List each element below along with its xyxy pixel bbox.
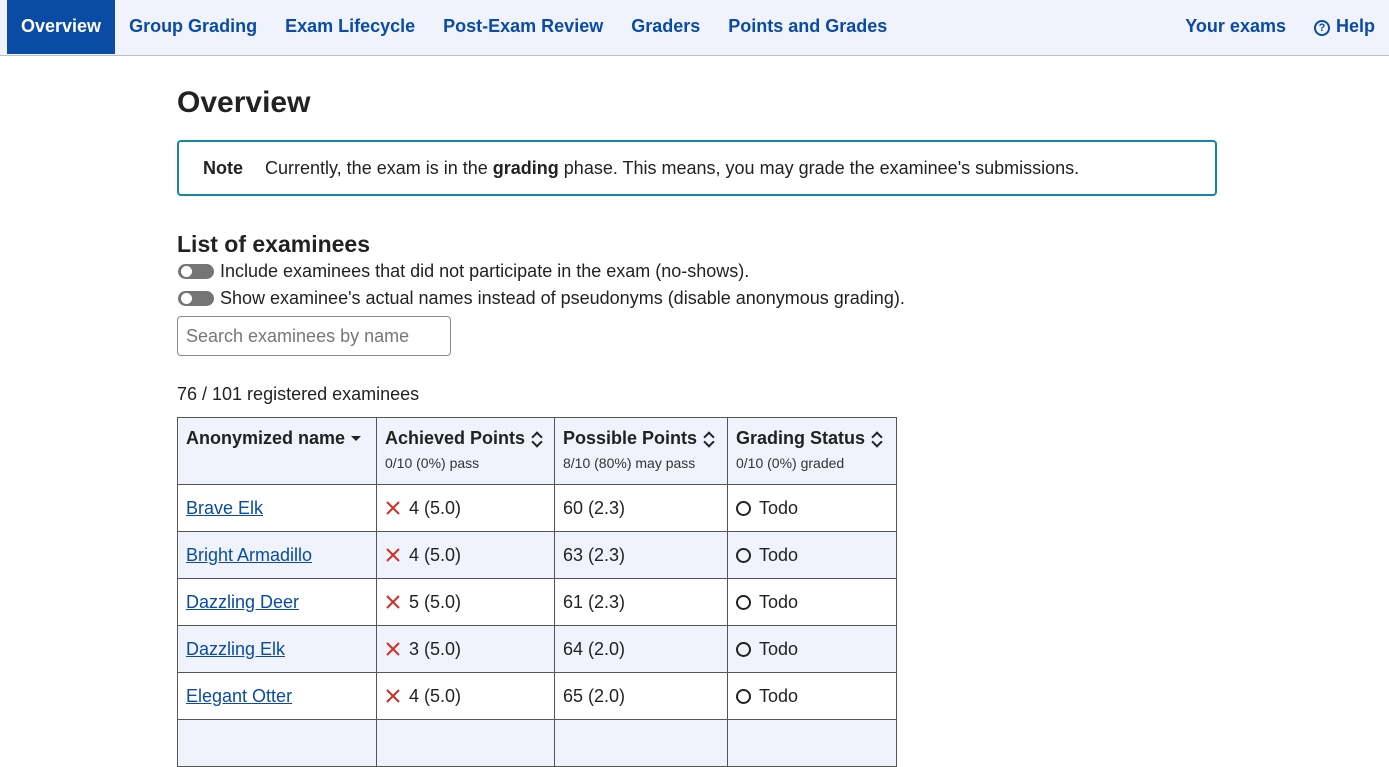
note-text: Currently, the exam is in the grading ph…	[265, 158, 1079, 179]
col-status-summary: 0/10 (0%) graded	[736, 455, 845, 471]
possible-points: 61 (2.3)	[554, 578, 728, 626]
toggle-noshows-row: Include examinees that did not participa…	[177, 258, 1217, 285]
col-status-label: Grading Status	[736, 428, 866, 448]
table-row: Elegant Otter 4 (5.0) 65 (2.0) Todo	[177, 672, 897, 720]
page-title: Overview	[177, 86, 311, 119]
fail-x-icon	[386, 641, 400, 656]
sort-icon	[703, 432, 715, 446]
note-text-after: phase. This means, you may grade the exa…	[563, 157, 1080, 178]
examinee-link[interactable]: Elegant Otter	[186, 686, 292, 706]
noshows-label: Include examinees that did not participa…	[220, 261, 750, 281]
tab-graders[interactable]: Graders	[617, 0, 714, 54]
tab-exam-lifecycle[interactable]: Exam Lifecycle	[271, 0, 429, 54]
table-row: Brave Elk 4 (5.0) 60 (2.3) Todo	[177, 484, 897, 532]
grading-status: Todo	[759, 638, 799, 659]
search-input[interactable]	[177, 316, 451, 356]
fail-x-icon	[386, 688, 400, 703]
top-navigation: Overview Group Grading Exam Lifecycle Po…	[0, 0, 1389, 56]
grading-status: Todo	[759, 591, 799, 612]
list-title: List of examinees	[177, 231, 371, 257]
tab-overview[interactable]: Overview	[7, 0, 116, 54]
col-grading-status[interactable]: Grading Status 0/10 (0%) graded	[727, 417, 897, 485]
tab-points-and-grades[interactable]: Points and Grades	[714, 0, 901, 54]
todo-circle-icon	[736, 641, 751, 657]
grading-status: Todo	[759, 544, 799, 565]
sort-desc-icon	[351, 436, 362, 441]
possible-points: 64 (2.0)	[554, 625, 728, 673]
todo-circle-icon	[736, 688, 751, 704]
examinee-link[interactable]: Brave Elk	[186, 498, 263, 518]
col-name-label: Anonymized name	[186, 428, 346, 448]
possible-points: 65 (2.0)	[554, 672, 728, 720]
table-row: Bright Armadillo 4 (5.0) 63 (2.3) Todo	[177, 531, 897, 579]
examinees-table: Anonymized name Achieved Points 0/10 (0%…	[177, 417, 897, 767]
col-possible-label: Possible Points	[563, 428, 698, 448]
col-achieved-summary: 0/10 (0%) pass	[385, 455, 480, 471]
examinee-link[interactable]: Dazzling Elk	[186, 639, 285, 659]
names-toggle[interactable]	[178, 291, 214, 306]
todo-circle-icon	[736, 500, 751, 516]
nav-right: Your exams ? Help	[1171, 0, 1389, 54]
note-phase: grading	[492, 157, 559, 178]
your-exams-link[interactable]: Your exams	[1171, 0, 1300, 54]
todo-circle-icon	[736, 547, 751, 563]
main-content: Overview Note Currently, the exam is in …	[177, 56, 1217, 767]
sort-icon	[871, 432, 883, 446]
names-label: Show examinee's actual names instead of …	[220, 288, 905, 308]
fail-x-icon	[386, 547, 400, 562]
grading-status: Todo	[759, 685, 799, 706]
achieved-points: 5 (5.0)	[409, 591, 462, 612]
achieved-points: 4 (5.0)	[409, 497, 462, 518]
col-anonymized-name[interactable]: Anonymized name	[177, 417, 377, 485]
todo-circle-icon	[736, 594, 751, 610]
achieved-points: 4 (5.0)	[409, 685, 462, 706]
table-row: Dazzling Deer 5 (5.0) 61 (2.3) Todo	[177, 578, 897, 626]
col-possible-summary: 8/10 (80%) may pass	[563, 455, 696, 471]
col-possible-points[interactable]: Possible Points 8/10 (80%) may pass	[554, 417, 728, 485]
noshows-toggle[interactable]	[178, 264, 214, 279]
examinee-link[interactable]: Dazzling Deer	[186, 592, 299, 612]
possible-points: 60 (2.3)	[554, 484, 728, 532]
nav-tabs: Overview Group Grading Exam Lifecycle Po…	[7, 0, 901, 54]
toggle-names-row: Show examinee's actual names instead of …	[177, 285, 1217, 312]
table-row: Dazzling Elk 3 (5.0) 64 (2.0) Todo	[177, 625, 897, 673]
fail-x-icon	[386, 594, 400, 609]
sort-icon	[531, 432, 543, 446]
possible-points: 63 (2.3)	[554, 531, 728, 579]
fail-x-icon	[386, 500, 400, 515]
help-link[interactable]: ? Help	[1300, 0, 1389, 54]
help-label: Help	[1335, 16, 1375, 36]
help-icon: ?	[1313, 20, 1330, 36]
achieved-points: 4 (5.0)	[409, 544, 462, 565]
examinee-count: 76 / 101 registered examinees	[177, 384, 420, 404]
examinee-link[interactable]: Bright Armadillo	[186, 545, 312, 565]
grading-status: Todo	[759, 497, 799, 518]
table-row	[177, 719, 897, 767]
note-label: Note	[203, 157, 243, 178]
col-achieved-points[interactable]: Achieved Points 0/10 (0%) pass	[376, 417, 555, 485]
tab-group-grading[interactable]: Group Grading	[115, 0, 271, 54]
note-box: Note Currently, the exam is in the gradi…	[177, 140, 1217, 196]
note-text-before: Currently, the exam is in the	[265, 157, 488, 178]
tab-post-exam-review[interactable]: Post-Exam Review	[429, 0, 617, 54]
achieved-points: 3 (5.0)	[409, 638, 462, 659]
col-achieved-label: Achieved Points	[385, 428, 526, 448]
